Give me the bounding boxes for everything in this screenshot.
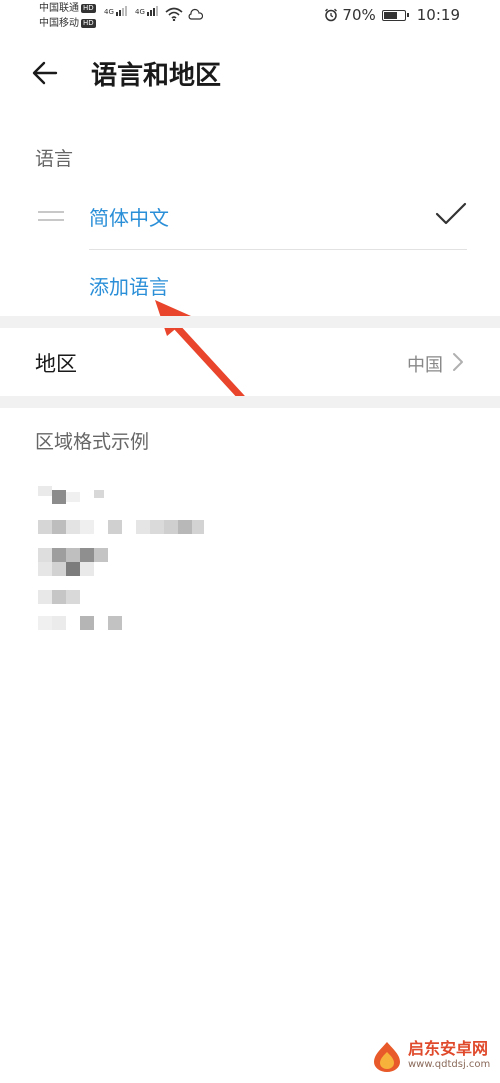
back-button[interactable] [30,58,70,90]
chevron-right-icon [453,353,463,371]
wifi-icon [165,7,183,21]
battery-percent: 70% [342,6,376,24]
region-label: 地区 [35,352,77,376]
signal-2-icon: 4G [135,6,159,16]
watermark-url: www.qdtdsj.com [408,1059,491,1070]
format-section-label: 区域格式示例 [35,431,150,453]
carrier-2: 中国移动 HD [39,18,96,30]
region-row[interactable]: 地区 中国 [0,327,500,396]
divider [89,249,467,250]
carrier-1-name: 中国联通 [39,3,79,14]
page-title: 语言和地区 [91,61,222,91]
region-value: 中国 [407,355,443,376]
signal-1-icon: 4G [104,6,128,16]
watermark: 启东安卓网 www.qdtdsj.com [370,1040,490,1074]
watermark-logo-icon [374,1042,400,1072]
checkmark-icon [435,202,467,225]
hd-badge-1: HD [81,4,96,13]
network-1-label: 4G [104,8,114,16]
hd-badge-2: HD [81,19,96,28]
status-right: 70% 10:19 [324,6,460,24]
alarm-icon [325,8,338,22]
battery-icon [381,9,409,21]
drag-handle-icon[interactable] [38,211,64,223]
language-item-simplified-chinese[interactable]: 简体中文 [0,190,500,248]
section-gap-2 [0,396,500,408]
network-2-label: 4G [135,8,145,16]
carrier-1: 中国联通 HD [39,3,96,15]
weather-cloud-icon [188,8,203,20]
carrier-2-name: 中国移动 [39,18,79,29]
arrow-left-icon [32,61,58,85]
watermark-text: 启东安卓网 [408,1039,489,1058]
language-section-label: 语言 [35,148,74,170]
status-time: 10:19 [416,6,460,24]
status-bar: 中国联通 HD 中国移动 HD 4G 4G 70% 10:19 [0,0,500,34]
language-name: 简体中文 [89,206,169,230]
